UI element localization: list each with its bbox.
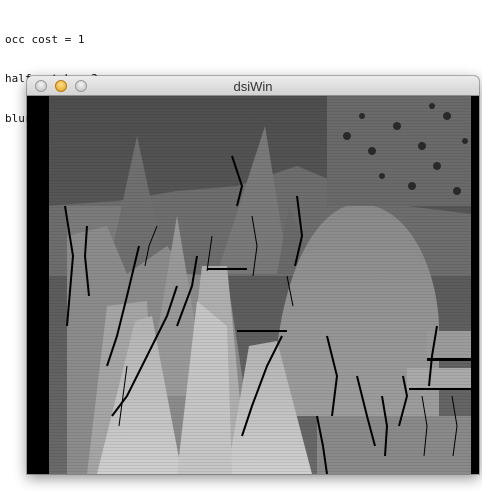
- window-title: dsiWin: [233, 79, 273, 94]
- console-line: occ cost = 1: [5, 33, 85, 46]
- window-titlebar[interactable]: dsiWin: [27, 76, 479, 96]
- disparity-map-canvas: [27, 96, 479, 474]
- disparity-map-image: [27, 96, 479, 474]
- dsi-window: dsiWin: [27, 76, 479, 474]
